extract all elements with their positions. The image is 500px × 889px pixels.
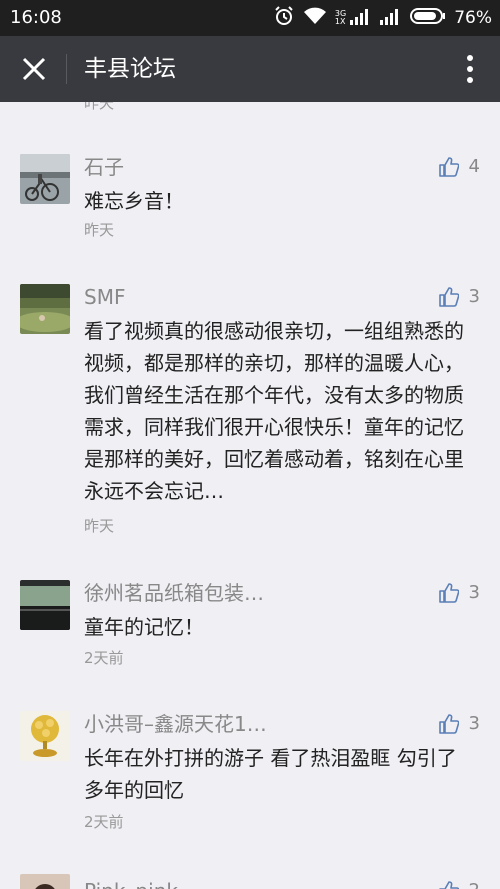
comment-author[interactable]: 徐州茗品纸箱包装…: [84, 580, 264, 606]
comment-time: 昨天: [84, 221, 115, 239]
like-count: 3: [468, 713, 480, 734]
status-time: 16:08: [10, 7, 62, 28]
title-divider: [66, 54, 67, 84]
like-button[interactable]: 3: [438, 582, 480, 603]
more-vertical-icon: [467, 55, 473, 83]
signal-3g-icon: [350, 7, 372, 29]
comment-list[interactable]: 昨天 石子 难忘乡音！ 昨天 4 SMF 看了视频真的很感动很亲切，一组组熟悉的…: [0, 102, 500, 889]
comment-text: 看了视频真的很感动很亲切，一组组熟悉的视频，都是那样的亲切，那样的温暖人心，我们…: [84, 319, 464, 503]
like-count: 3: [468, 286, 480, 307]
network-1x-label: 1X: [334, 17, 346, 26]
comment-text: 难忘乡音！: [84, 189, 184, 213]
like-count: 2: [469, 880, 480, 889]
close-button[interactable]: [14, 49, 54, 89]
status-icons: 3G 1X 76%: [273, 4, 492, 32]
comment-text: 长年在外打拼的游子 看了热泪盈眶 勾引了多年的回忆: [84, 746, 457, 802]
network-type: 3G 1X: [335, 10, 346, 26]
comment-author[interactable]: SMF: [84, 284, 125, 310]
status-bar: 16:08 3G 1X 76%: [0, 0, 500, 36]
avatar[interactable]: [20, 284, 70, 334]
comment-author[interactable]: 石子: [84, 154, 124, 180]
more-button[interactable]: [460, 49, 480, 89]
like-button[interactable]: 3: [438, 286, 480, 307]
like-button[interactable]: 3: [438, 713, 480, 734]
thumbs-up-icon: [438, 713, 459, 734]
comment-time: 2天前: [84, 649, 124, 667]
partial-comment-time: 昨天: [84, 102, 115, 112]
thumbs-up-icon: [438, 286, 459, 307]
page-title: 丰县论坛: [84, 56, 176, 82]
like-button[interactable]: 4: [438, 156, 480, 177]
alarm-icon: [273, 5, 295, 31]
comment-time: 昨天: [84, 517, 115, 535]
avatar[interactable]: [20, 711, 70, 761]
comment-text: 童年的记忆！: [84, 615, 204, 639]
like-button[interactable]: 2: [438, 880, 480, 889]
thumbs-up-icon: [438, 880, 459, 889]
avatar[interactable]: [20, 580, 70, 630]
comment-author[interactable]: 小洪哥–鑫源天花1…: [84, 711, 267, 737]
thumbs-up-icon: [438, 582, 459, 603]
wifi-icon: [303, 6, 327, 30]
title-bar: 丰县论坛: [0, 36, 500, 102]
battery-icon: [410, 7, 446, 29]
battery-percent: 76%: [454, 8, 492, 28]
thumbs-up-icon: [438, 156, 459, 177]
close-icon: [22, 57, 46, 81]
like-count: 4: [468, 156, 480, 177]
like-count: 3: [468, 582, 480, 603]
signal-icon: [380, 7, 402, 29]
comment-author[interactable]: Pink_pink: [84, 878, 178, 889]
comment-time: 2天前: [84, 813, 124, 831]
avatar[interactable]: [20, 874, 70, 889]
avatar[interactable]: [20, 154, 70, 204]
